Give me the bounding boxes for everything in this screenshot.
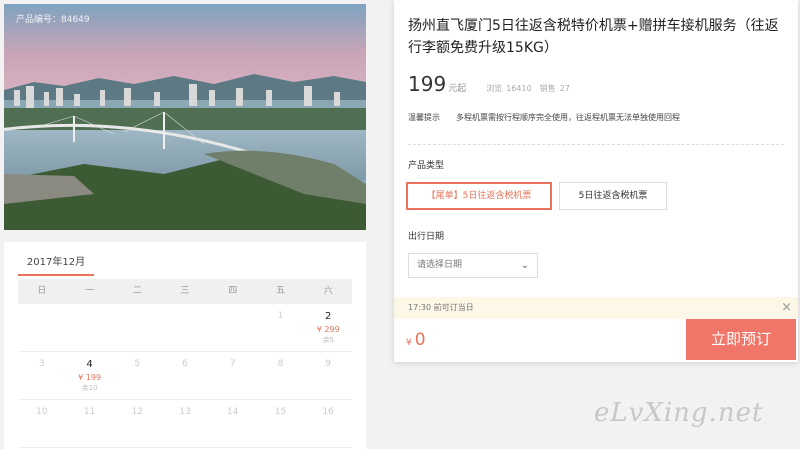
day-number: 15 (274, 407, 287, 417)
booking-tip-bar: 17:30 前可订当日 × (394, 297, 798, 319)
calendar-day-6: 6 (161, 352, 209, 399)
travel-date-label: 出行日期 (408, 232, 445, 242)
calendar-week-row: 10 11 12 13 14 15 16 (18, 400, 352, 448)
calendar-day-8: 8 (257, 352, 305, 399)
calendar-day-empty (18, 304, 66, 351)
calendar-day-10: 10 (18, 400, 66, 447)
calendar-week-row: 3 4 ¥ 199 余10 5 6 7 8 9 (18, 352, 352, 400)
weekday-tue: 二 (132, 286, 142, 296)
calendar-day-11: 11 (66, 400, 114, 447)
day-number: 2 (324, 311, 332, 322)
book-now-button[interactable]: 立即预订 (686, 319, 796, 360)
total-price: ¥ 0 (406, 330, 426, 350)
chevron-down-icon: ⌄ (520, 260, 529, 271)
day-number: 11 (83, 407, 96, 417)
calendar-day-16: 16 (304, 400, 352, 447)
calendar-month-tab[interactable]: 2017年12月 (18, 254, 94, 276)
views-count: 16410 (506, 84, 532, 93)
calendar-day-12: 12 (113, 400, 161, 447)
weekday-wed: 三 (180, 286, 190, 296)
notice: 温馨提示 多程机票需按行程顺序完全使用，往返程机票无法单独使用回程 (408, 112, 680, 123)
notice-text: 多程机票需按行程顺序完全使用，往返程机票无法单独使用回程 (456, 113, 680, 122)
weekday-fri: 五 (275, 286, 285, 296)
sales-label: 销售 (539, 84, 556, 93)
day-number: 6 (182, 359, 188, 369)
price-unit: 元起 (448, 84, 467, 94)
day-number: 13 (179, 407, 191, 417)
product-type-label: 产品类型 (408, 161, 445, 171)
views-label: 浏览 (486, 84, 503, 93)
date-select-placeholder: 请选择日期 (417, 260, 463, 270)
booking-panel: 扬州直飞厦门5日往返含税特价机票+赠拼车接机服务（往返行李额免费升级15KG） … (394, 0, 798, 362)
close-icon[interactable]: × (781, 297, 792, 319)
product-hero-image: 产品编号：84649 (4, 4, 366, 230)
site-watermark: eLvXing.net (594, 398, 764, 428)
calendar-day-9: 9 (304, 352, 352, 399)
option-return-ticket[interactable]: 5日往返含税机票 (559, 182, 667, 210)
day-number: 12 (131, 407, 144, 417)
date-select[interactable]: 请选择日期 ⌄ (408, 253, 538, 278)
product-number: 产品编号：84649 (16, 15, 90, 25)
day-price: ¥ 299 (316, 325, 340, 334)
day-number: 16 (322, 407, 334, 417)
weekday-thu: 四 (228, 286, 238, 296)
weekday-sun: 日 (37, 286, 47, 296)
price-value: 199 (408, 72, 447, 96)
views-stat: 浏览 16410 (486, 83, 531, 94)
day-price: ¥ 199 (78, 373, 102, 382)
city-bay-bridge-photo (4, 4, 366, 230)
calendar-day-empty (209, 304, 257, 351)
calendar-day-empty (113, 304, 161, 351)
price-line: 199 元起 浏览 16410 销售 27 (408, 72, 570, 96)
option-tail-ticket[interactable]: 【尾单】5日往返含税机票 (406, 182, 552, 210)
day-number: 8 (277, 359, 284, 369)
calendar-day-14: 14 (209, 400, 257, 447)
date-calendar: 2017年12月 日 一 二 三 四 五 六 1 2 ¥ 299 余5 3 4 ¥ 199 余… (4, 242, 366, 449)
day-number: 14 (227, 407, 239, 417)
day-number: 3 (38, 359, 45, 369)
total-currency: ¥ (406, 338, 412, 348)
day-number: 7 (229, 359, 236, 369)
calendar-day-1: 1 (257, 304, 305, 351)
calendar-day-7: 7 (209, 352, 257, 399)
calendar-day-13: 13 (161, 400, 209, 447)
sales-stat: 销售 27 (540, 83, 570, 94)
calendar-week-row: 1 2 ¥ 299 余5 (18, 304, 352, 352)
day-number: 5 (134, 359, 141, 369)
weekday-mon: 一 (85, 286, 95, 296)
calendar-grid: 1 2 ¥ 299 余5 3 4 ¥ 199 余10 5 6 7 8 9 10 11 12 13 14 15 16 (18, 304, 352, 448)
calendar-day-4[interactable]: 4 ¥ 199 余10 (66, 352, 114, 399)
weekday-sat: 六 (323, 286, 333, 296)
day-remaining: 余10 (81, 384, 98, 392)
calendar-day-15: 15 (257, 400, 305, 447)
day-number: 10 (36, 407, 48, 417)
day-number: 1 (277, 311, 284, 321)
calendar-day-empty (66, 304, 114, 351)
notice-label: 温馨提示 (408, 113, 440, 122)
day-number: 9 (325, 359, 332, 369)
total-amount: 0 (414, 330, 426, 350)
calendar-day-3: 3 (18, 352, 66, 399)
calendar-day-2[interactable]: 2 ¥ 299 余5 (304, 304, 352, 351)
booking-tip-text: 17:30 前可订当日 (408, 303, 474, 312)
calendar-day-empty (161, 304, 209, 351)
section-divider (408, 144, 784, 145)
calendar-weekday-header: 日 一 二 三 四 五 六 (18, 279, 352, 304)
day-remaining: 余5 (322, 336, 334, 344)
product-title: 扬州直飞厦门5日往返含税特价机票+赠拼车接机服务（往返行李额免费升级15KG） (408, 18, 779, 56)
sales-count: 27 (559, 84, 570, 93)
day-number: 4 (86, 359, 93, 370)
calendar-day-5: 5 (113, 352, 161, 399)
